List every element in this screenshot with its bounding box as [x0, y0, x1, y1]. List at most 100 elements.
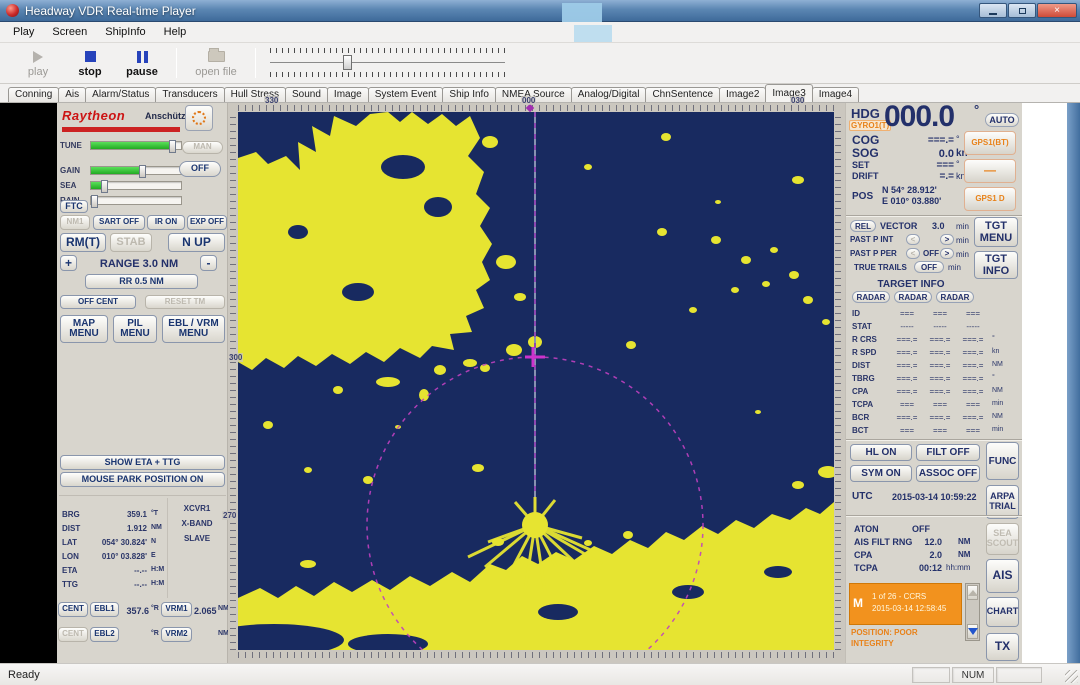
auto-button[interactable]: AUTO — [985, 113, 1019, 127]
sea-scout-button[interactable]: SEA SCOUT — [986, 523, 1019, 555]
pil-menu-button[interactable]: PILMENU — [113, 315, 157, 343]
slider-thumb[interactable] — [91, 195, 98, 208]
menu-item-play[interactable]: Play — [4, 24, 43, 40]
vrm2-button[interactable]: VRM2 — [161, 627, 192, 642]
cent2-button[interactable]: CENT — [58, 627, 88, 642]
off-center-button[interactable]: OFF CENT — [60, 295, 136, 309]
radar-source-button[interactable]: RADAR — [936, 291, 974, 303]
tab-transducers[interactable]: Transducers — [155, 87, 224, 102]
past-int-prev-button[interactable]: < — [906, 234, 920, 245]
play-button[interactable]: play — [12, 49, 64, 78]
off-button[interactable]: OFF — [179, 161, 221, 177]
tab-sound[interactable]: Sound — [285, 87, 328, 102]
slider-track-gain[interactable] — [90, 166, 182, 175]
chart-button[interactable]: CHART — [986, 597, 1019, 627]
close-button[interactable]: × — [1037, 3, 1077, 18]
stab-button[interactable]: STAB — [110, 233, 152, 252]
sym-on-button[interactable]: SYM ON — [850, 465, 912, 482]
tab-ais[interactable]: Ais — [58, 87, 86, 102]
slider-thumb[interactable] — [343, 55, 352, 70]
slider-fill — [91, 142, 174, 149]
map-menu-button[interactable]: MAPMENU — [60, 315, 108, 343]
range-increase-button[interactable]: + — [60, 255, 77, 271]
filt-off-button[interactable]: FILT OFF — [916, 444, 980, 461]
cent1-button[interactable]: CENT — [58, 602, 88, 617]
tab-image[interactable]: Image — [327, 87, 369, 102]
tab-ship-info[interactable]: Ship Info — [442, 87, 495, 102]
tab-conning[interactable]: Conning — [8, 87, 59, 102]
past-int-next-button[interactable]: > — [940, 234, 954, 245]
alarm-message-box[interactable]: M 1 of 26 - CCRS 2015-03-14 12:58:45 — [849, 583, 962, 625]
playback-slider[interactable] — [270, 46, 505, 80]
maximize-button[interactable] — [1008, 3, 1036, 18]
radar-source-button[interactable]: RADAR — [894, 291, 932, 303]
hl-on-button[interactable]: HL ON — [850, 444, 912, 461]
slider-thumb[interactable] — [101, 180, 108, 193]
menu-item-screen[interactable]: Screen — [43, 24, 96, 40]
slider-track-tune[interactable] — [90, 141, 182, 150]
range-decrease-button[interactable]: - — [200, 255, 217, 271]
overlapping-window-artifact — [562, 3, 602, 22]
radar-ppi-screen[interactable] — [238, 112, 834, 650]
ir-on-button[interactable]: IR ON — [147, 215, 185, 230]
gps1-d-button[interactable]: GPS1 D — [964, 187, 1016, 211]
arpa-trial-button[interactable]: ARPA TRIAL — [986, 485, 1019, 519]
aux-button[interactable]: NM1 — [60, 215, 90, 230]
ftc-button[interactable]: FTC — [60, 200, 88, 213]
assoc-off-button[interactable]: ASSOC OFF — [916, 465, 980, 482]
slider-track-sea[interactable] — [90, 181, 182, 190]
mouse-park-button[interactable]: MOUSE PARK POSITION ON — [60, 472, 225, 487]
ebl-vrm-menu-button[interactable]: EBL / VRMMENU — [162, 315, 225, 343]
open-file-button[interactable]: open file — [185, 49, 247, 78]
past-int-unit: min — [956, 236, 969, 245]
minimize-button[interactable] — [979, 3, 1007, 18]
target-table-row-r-spd: R SPD===.====.====.=kn — [846, 347, 1023, 360]
resize-grip[interactable] — [1065, 670, 1078, 683]
past-per-next-button[interactable]: > — [940, 248, 954, 259]
north-up-button[interactable]: N UP — [168, 233, 225, 252]
alarm-line2: 2015-03-14 12:58:45 — [872, 604, 946, 613]
tab-analog-digital[interactable]: Analog/Digital — [571, 87, 647, 102]
ais-filt-value: 12.0 — [912, 537, 942, 547]
alarm-scrollbar[interactable] — [965, 583, 980, 641]
func-button[interactable]: FUNC — [986, 442, 1019, 480]
sart-off-button[interactable]: SART OFF — [93, 215, 145, 230]
tab-image4[interactable]: Image4 — [812, 87, 859, 102]
ais-button[interactable]: AIS — [986, 559, 1019, 593]
exp-off-button[interactable]: EXP OFF — [187, 215, 227, 230]
tab-chnsentence[interactable]: ChnSentence — [645, 87, 720, 102]
stop-button[interactable]: stop — [64, 49, 116, 78]
true-trails-off-button[interactable]: OFF — [914, 261, 944, 273]
slider-thumb[interactable] — [139, 165, 146, 178]
ebl1-button[interactable]: EBL1 — [90, 602, 119, 617]
target-row-label: CPA — [852, 387, 868, 396]
tgt-menu-button[interactable]: TGT MENU — [974, 217, 1018, 247]
scroll-down-button[interactable] — [967, 624, 978, 639]
pause-button[interactable]: pause — [116, 49, 168, 78]
menu-item-help[interactable]: Help — [155, 24, 196, 40]
slider-thumb[interactable] — [169, 140, 176, 153]
gps1-bt-button[interactable]: GPS1(BT) — [964, 131, 1016, 155]
tab-system-event[interactable]: System Event — [368, 87, 444, 102]
hdg-label: HDG — [851, 106, 880, 121]
menu-item-shipinfo[interactable]: ShipInfo — [96, 24, 154, 40]
rm-t-button[interactable]: RM(T) — [60, 233, 106, 252]
past-per-prev-button[interactable]: < — [906, 248, 920, 259]
range-rings-button[interactable]: RR 0.5 NM — [85, 274, 198, 289]
rel-button[interactable]: REL — [850, 220, 876, 232]
tab-image2[interactable]: Image2 — [719, 87, 766, 102]
man-button[interactable]: MAN — [182, 141, 223, 154]
vrm1-button[interactable]: VRM1 — [161, 602, 192, 617]
ebl2-button[interactable]: EBL2 — [90, 627, 119, 642]
anschuetz-logo-icon[interactable] — [185, 105, 213, 131]
tx-button[interactable]: TX — [986, 633, 1019, 661]
show-eta-ttg-button[interactable]: SHOW ETA + TTG — [60, 455, 225, 470]
slider-track-rain[interactable] — [90, 196, 182, 205]
radar-source-button[interactable]: RADAR — [852, 291, 890, 303]
scroll-up-button[interactable] — [967, 585, 978, 600]
no-source-button[interactable]: — — [964, 159, 1016, 183]
reset-tm-button[interactable]: RESET TM — [145, 295, 225, 309]
tab-alarm-status[interactable]: Alarm/Status — [85, 87, 156, 102]
titlebar: Headway VDR Real-time Player × — [0, 0, 1080, 22]
tgt-info-button[interactable]: TGT INFO — [974, 251, 1018, 279]
